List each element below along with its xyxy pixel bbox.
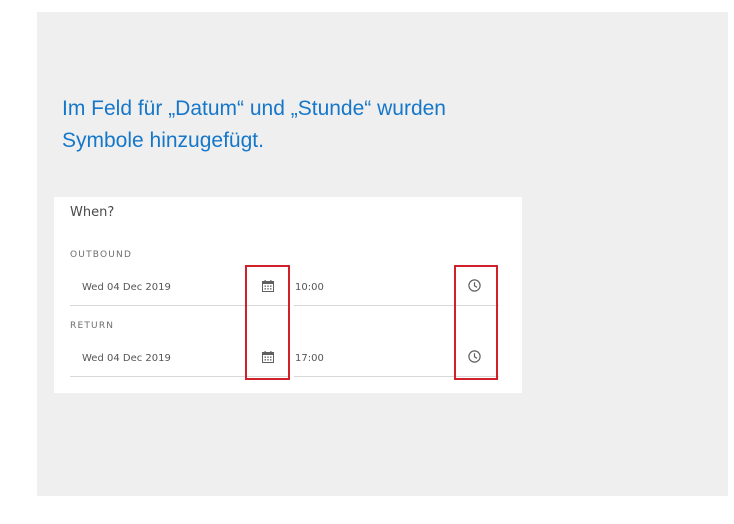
calendar-icons-highlight-box	[245, 265, 290, 380]
caption-line-1: Im Feld für „Datum“ und „Stunde“ wurden	[62, 97, 446, 120]
when-form-screenshot: When? OUTBOUND Wed 04 Dec 2019 10:00 RET…	[54, 197, 522, 393]
caption-line-2: Symbole hinzugefügt.	[62, 129, 264, 152]
return-date-field[interactable]: Wed 04 Dec 2019	[82, 353, 171, 364]
outbound-time-field[interactable]: 10:00	[295, 282, 324, 293]
outbound-label: OUTBOUND	[70, 250, 133, 260]
return-label: RETURN	[70, 321, 115, 331]
caption-text: Im Feld für „Datum“ und „Stunde“ wurden …	[62, 93, 622, 157]
outbound-date-field[interactable]: Wed 04 Dec 2019	[82, 282, 171, 293]
return-time-field[interactable]: 17:00	[295, 353, 324, 364]
clock-icons-highlight-box	[454, 265, 498, 380]
form-title: When?	[70, 205, 115, 220]
